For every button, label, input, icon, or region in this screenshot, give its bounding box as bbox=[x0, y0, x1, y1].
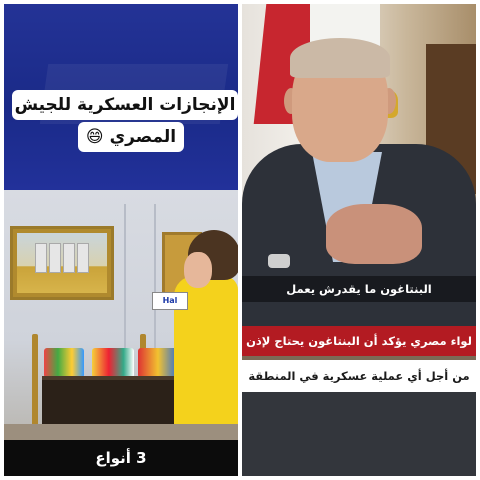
left-video-frame: الإنجازات العسكرية للجيش المصري 😄 Hal 3 … bbox=[4, 4, 238, 476]
subtitle-text: البنتاغون ما يقدرش يعمل bbox=[286, 282, 432, 296]
headline-text-red: لواء مصري يؤكد أن البنتاغون يحتاج لإذن bbox=[246, 334, 472, 348]
grey-hair bbox=[290, 38, 390, 78]
caption-line-1: الإنجازات العسكرية للجيش bbox=[12, 90, 238, 120]
bottom-caption: 3 أنواع bbox=[95, 449, 147, 467]
framed-painting bbox=[10, 226, 114, 300]
product-display bbox=[92, 348, 134, 378]
microphone: Hal bbox=[152, 292, 188, 310]
right-video-frame: البنتاغون ما يقدرش يعمل لواء مصري يؤكد أ… bbox=[242, 4, 476, 476]
clasped-hands bbox=[326, 204, 422, 264]
product-display bbox=[44, 348, 84, 378]
product-display bbox=[138, 348, 178, 378]
wristwatch bbox=[268, 254, 290, 268]
headline-text-white: من أجل أي عملية عسكرية في المنطقة bbox=[248, 369, 470, 383]
caption-line-2: المصري 😄 bbox=[78, 122, 184, 152]
reporter-face bbox=[184, 252, 212, 288]
lower-frame bbox=[242, 392, 476, 476]
brass-stanchion bbox=[32, 334, 38, 434]
